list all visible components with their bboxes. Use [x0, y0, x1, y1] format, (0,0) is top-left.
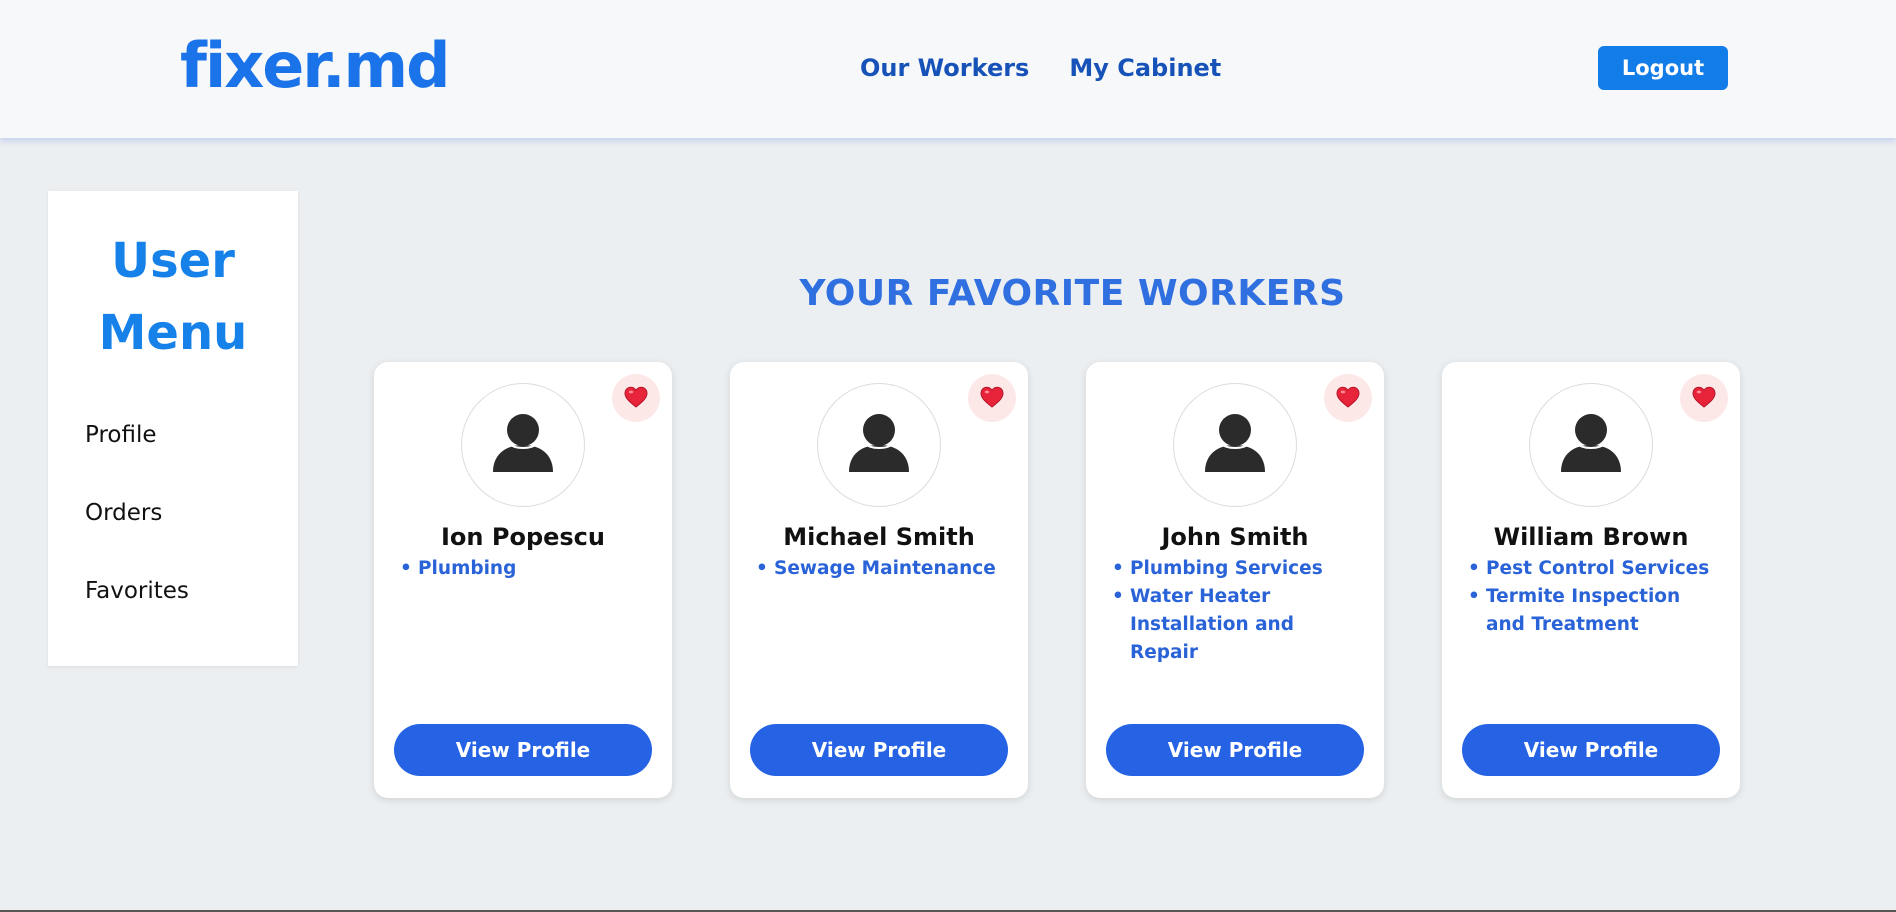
services-list: Pest Control ServicesTermite Inspection … — [1466, 555, 1716, 639]
site-logo[interactable]: fixer.md — [180, 30, 451, 102]
service-item: Plumbing — [398, 555, 648, 583]
user-silhouette-icon — [490, 410, 556, 480]
services-list: Plumbing ServicesWater Heater Installati… — [1110, 555, 1360, 667]
main-nav: Our Workers My Cabinet — [860, 52, 1221, 84]
services-list: Sewage Maintenance — [754, 555, 1004, 583]
user-silhouette-icon — [846, 410, 912, 480]
sidebar-item-favorites[interactable]: Favorites — [85, 575, 298, 653]
service-item: Termite Inspection and Treatment — [1466, 583, 1716, 639]
logout-button[interactable]: Logout — [1598, 46, 1728, 90]
sidebar-item-orders[interactable]: Orders — [85, 497, 298, 575]
worker-name: Michael Smith — [783, 523, 975, 551]
section-title: YOUR FAVORITE WORKERS — [799, 273, 1346, 314]
nav-my-cabinet[interactable]: My Cabinet — [1069, 52, 1221, 84]
view-profile-button[interactable]: View Profile — [1106, 724, 1364, 776]
view-profile-button[interactable]: View Profile — [394, 724, 652, 776]
avatar — [461, 383, 585, 507]
service-item: Plumbing Services — [1110, 555, 1360, 583]
top-header: fixer.md Our Workers My Cabinet Logout — [0, 0, 1896, 138]
avatar — [817, 383, 941, 507]
sidebar-item-profile[interactable]: Profile — [85, 419, 298, 497]
user-menu-sidebar: User Menu Profile Orders Favorites — [48, 191, 298, 666]
user-silhouette-icon — [1202, 410, 1268, 480]
sidebar-title: User Menu — [98, 233, 248, 361]
user-silhouette-icon — [1558, 410, 1624, 480]
avatar — [1173, 383, 1297, 507]
view-profile-button[interactable]: View Profile — [1462, 724, 1720, 776]
worker-name: John Smith — [1161, 523, 1309, 551]
worker-card: Michael Smith Sewage Maintenance View Pr… — [730, 362, 1028, 798]
favorite-toggle-button[interactable] — [612, 374, 660, 422]
favorite-toggle-button[interactable] — [1324, 374, 1372, 422]
worker-name: Ion Popescu — [441, 523, 605, 551]
service-item: Sewage Maintenance — [754, 555, 1004, 583]
service-item: Pest Control Services — [1466, 555, 1716, 583]
worker-card: William Brown Pest Control ServicesTermi… — [1442, 362, 1740, 798]
worker-card: Ion Popescu Plumbing View Profile — [374, 362, 672, 798]
nav-our-workers[interactable]: Our Workers — [860, 52, 1029, 84]
heart-icon — [1336, 386, 1360, 411]
worker-card: John Smith Plumbing ServicesWater Heater… — [1086, 362, 1384, 798]
service-item: Water Heater Installation and Repair — [1110, 583, 1360, 667]
heart-icon — [980, 386, 1004, 411]
worker-name: William Brown — [1493, 523, 1689, 551]
heart-icon — [624, 386, 648, 411]
favorite-toggle-button[interactable] — [1680, 374, 1728, 422]
favorite-workers-list: Ion Popescu Plumbing View Profile — [374, 362, 1740, 798]
favorite-toggle-button[interactable] — [968, 374, 1016, 422]
services-list: Plumbing — [398, 555, 648, 583]
sidebar-menu: Profile Orders Favorites — [48, 419, 298, 653]
view-profile-button[interactable]: View Profile — [750, 724, 1008, 776]
avatar — [1529, 383, 1653, 507]
heart-icon — [1692, 386, 1716, 411]
